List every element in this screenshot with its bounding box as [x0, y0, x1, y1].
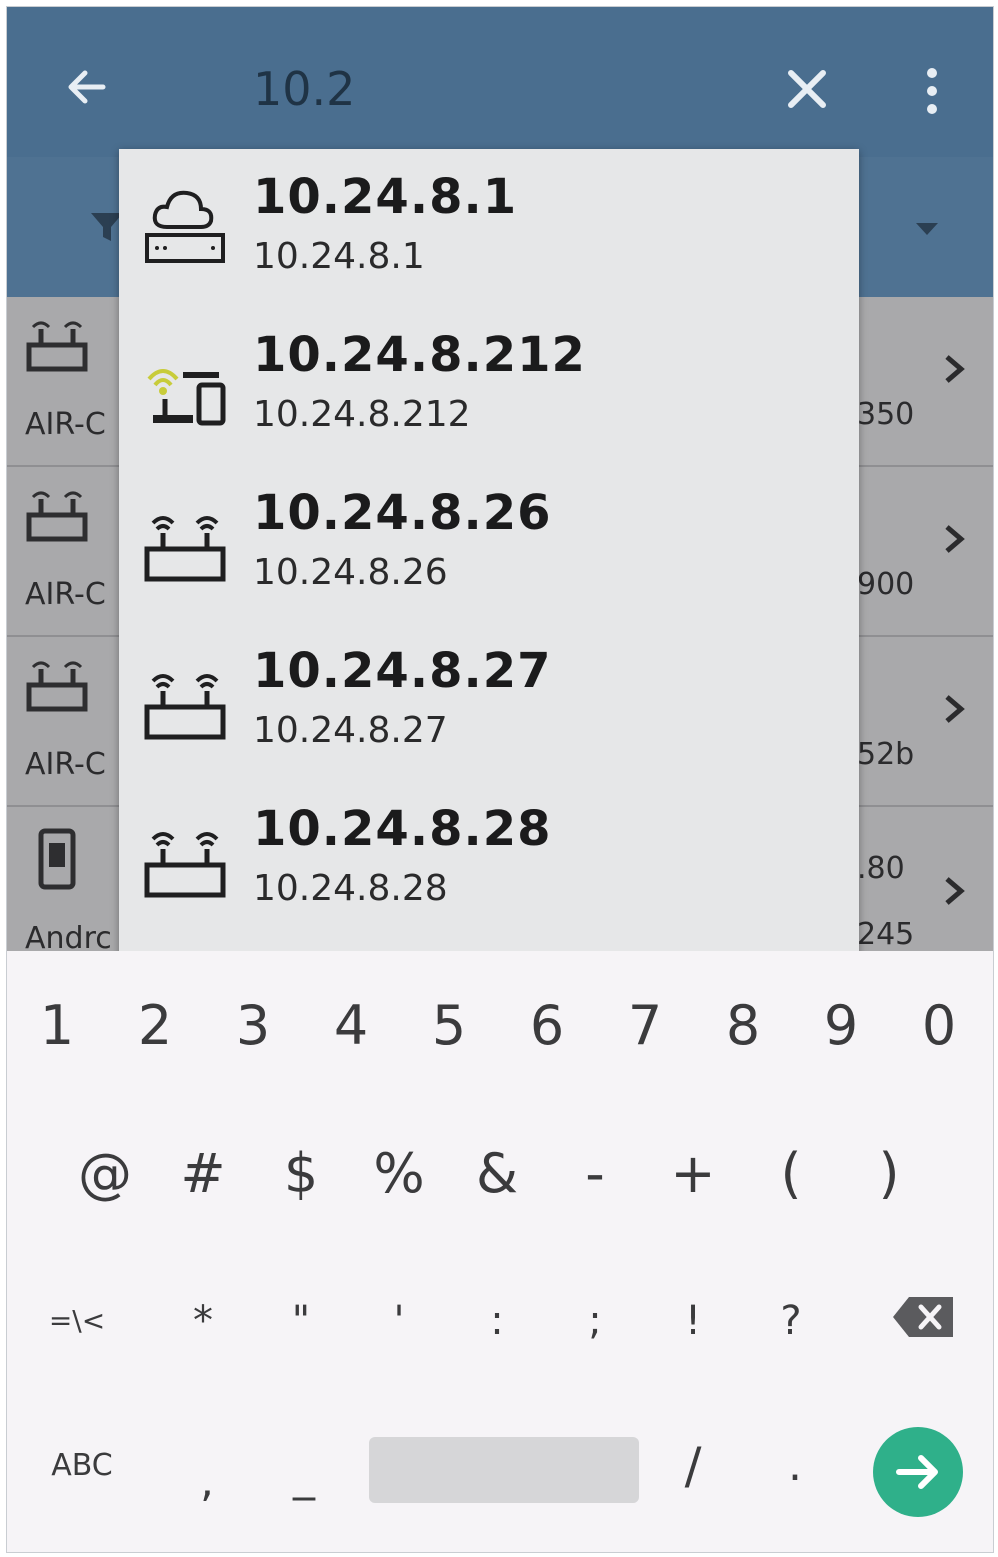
- suggestion-subtitle: 10.24.8.212: [253, 394, 471, 435]
- key-colon[interactable]: :: [457, 1281, 537, 1361]
- key-comma[interactable]: ,: [177, 1437, 237, 1527]
- key-9[interactable]: 9: [801, 981, 881, 1071]
- more-options-button[interactable]: [912, 59, 952, 123]
- key-semicolon[interactable]: ;: [555, 1281, 635, 1361]
- key-slash[interactable]: /: [663, 1421, 723, 1511]
- chevron-right-icon: [939, 519, 969, 569]
- key-at[interactable]: @: [65, 1129, 145, 1219]
- list-item-value: .80: [857, 851, 905, 886]
- key-open-paren[interactable]: (: [751, 1129, 831, 1219]
- symbol-keyboard: 1 2 3 4 5 6 7 8 9 0 @ # $ % & - + ( ) =\…: [7, 951, 993, 1552]
- chevron-right-icon: [939, 871, 969, 921]
- close-icon: [788, 70, 826, 108]
- key-3[interactable]: 3: [213, 981, 293, 1071]
- suggestion-item[interactable]: 10.24.8.212 10.24.8.212: [119, 307, 859, 465]
- key-percent[interactable]: %: [359, 1129, 439, 1219]
- key-double-quote[interactable]: ": [261, 1281, 341, 1361]
- space-bar[interactable]: [369, 1437, 639, 1503]
- key-abc[interactable]: ABC: [37, 1421, 127, 1511]
- access-point-icon: [139, 813, 231, 905]
- suggestion-subtitle: 10.24.8.28: [253, 868, 448, 909]
- enter-button[interactable]: [873, 1427, 963, 1517]
- backspace-icon: [893, 1297, 953, 1337]
- list-item-value: 52b: [857, 737, 915, 772]
- back-button[interactable]: [59, 59, 115, 115]
- access-point-icon: [23, 657, 93, 728]
- search-suggestions-popup: 10.24.8.1 10.24.8.1 10.24.8.212 10.24.8.…: [119, 149, 859, 957]
- list-item-value-2: 245: [857, 917, 915, 952]
- list-item-subtitle: AIR-C: [25, 577, 106, 612]
- chevron-right-icon: [939, 349, 969, 399]
- key-ampersand[interactable]: &: [457, 1129, 537, 1219]
- wifi-device-icon: [139, 339, 231, 431]
- suggestion-title: 10.24.8.212: [253, 327, 586, 383]
- arrow-left-icon: [68, 70, 106, 104]
- key-plus[interactable]: +: [653, 1129, 733, 1219]
- suggestion-title: 10.24.8.1: [253, 169, 518, 225]
- key-5[interactable]: 5: [409, 981, 489, 1071]
- list-item-subtitle: AIR-C: [25, 407, 106, 442]
- list-item-value: 900: [857, 567, 915, 602]
- suggestion-item[interactable]: 10.24.8.26 10.24.8.26: [119, 465, 859, 623]
- key-minus[interactable]: -: [555, 1129, 635, 1219]
- key-close-paren[interactable]: ): [849, 1129, 929, 1219]
- more-vert-icon: [927, 68, 937, 114]
- key-8[interactable]: 8: [703, 981, 783, 1071]
- suggestion-title: 10.24.8.28: [253, 801, 552, 857]
- search-app-bar: 10.2: [7, 7, 993, 157]
- access-point-icon: [23, 317, 93, 388]
- key-0[interactable]: 0: [899, 981, 979, 1071]
- key-more-symbols[interactable]: =\<: [29, 1281, 125, 1361]
- suggestion-item[interactable]: 10.24.8.28 10.24.8.28: [119, 781, 859, 939]
- suggestion-subtitle: 10.24.8.1: [253, 236, 425, 277]
- key-question[interactable]: ?: [751, 1281, 831, 1361]
- suggestion-item[interactable]: 10.24.8.27 10.24.8.27: [119, 623, 859, 781]
- suggestion-subtitle: 10.24.8.27: [253, 710, 448, 751]
- key-single-quote[interactable]: ': [359, 1281, 439, 1361]
- suggestion-subtitle: 10.24.8.26: [253, 552, 448, 593]
- clear-search-button[interactable]: [777, 59, 837, 119]
- key-underscore[interactable]: _: [269, 1431, 339, 1521]
- key-exclamation[interactable]: !: [653, 1281, 733, 1361]
- key-dollar[interactable]: $: [261, 1129, 341, 1219]
- phone-screen: 10.2 AIR-C 350 AIR-C 900 AIR-C 52b Andrc…: [6, 6, 994, 1553]
- key-hash[interactable]: #: [163, 1129, 243, 1219]
- suggestion-title: 10.24.8.26: [253, 485, 552, 541]
- arrow-right-icon: [896, 1455, 938, 1489]
- access-point-icon: [139, 655, 231, 747]
- chevron-right-icon: [939, 689, 969, 739]
- cloud-router-icon: [139, 181, 231, 273]
- key-asterisk[interactable]: *: [163, 1281, 243, 1361]
- key-4[interactable]: 4: [311, 981, 391, 1071]
- key-period[interactable]: .: [765, 1421, 825, 1511]
- access-point-icon: [139, 497, 231, 589]
- suggestion-title: 10.24.8.27: [253, 643, 552, 699]
- sort-caret-icon[interactable]: [912, 212, 942, 247]
- suggestion-item[interactable]: 10.24.8.1 10.24.8.1: [119, 149, 859, 307]
- list-item-subtitle: AIR-C: [25, 747, 106, 782]
- phone-icon: [37, 827, 77, 902]
- list-item-value: 350: [857, 397, 915, 432]
- search-query-text[interactable]: 10.2: [253, 59, 355, 119]
- key-6[interactable]: 6: [507, 981, 587, 1071]
- key-2[interactable]: 2: [115, 981, 195, 1071]
- key-7[interactable]: 7: [605, 981, 685, 1071]
- backspace-key[interactable]: [891, 1293, 957, 1341]
- access-point-icon: [23, 487, 93, 558]
- key-1[interactable]: 1: [17, 981, 97, 1071]
